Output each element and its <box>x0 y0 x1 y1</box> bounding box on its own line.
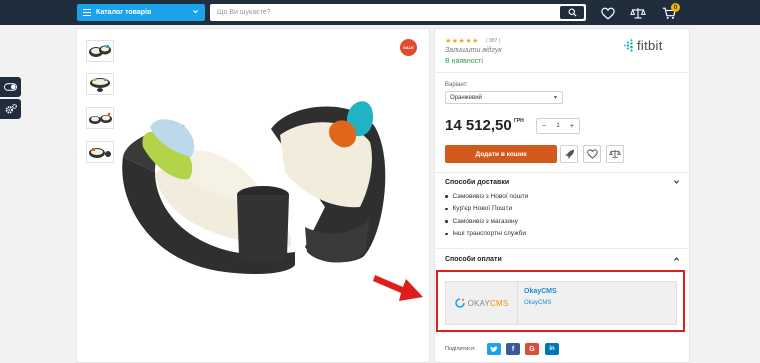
google-share-button[interactable]: G <box>525 343 539 355</box>
sale-badge: SALE <box>400 39 417 56</box>
chevron-down-icon: ▼ <box>553 95 558 101</box>
review-count: ( 987 ) <box>486 38 501 44</box>
variant-select[interactable]: Оранжевий ▼ <box>445 91 563 104</box>
list-item: Інші транспортні служби <box>445 228 528 241</box>
product-price: 14 512,50 <box>445 117 512 134</box>
gears-icon <box>5 103 17 114</box>
heart-icon <box>586 149 598 159</box>
heart-icon <box>601 7 615 20</box>
quantity-stepper[interactable]: − 1 + <box>536 118 580 134</box>
add-to-cart-button[interactable]: Додати в кошик <box>445 145 557 163</box>
twitter-icon <box>490 345 498 352</box>
wishlist-button[interactable] <box>600 5 616 21</box>
product-image[interactable] <box>115 87 415 307</box>
divider <box>435 72 689 73</box>
rocket-icon <box>564 149 574 159</box>
cart-count-badge: 0 <box>671 3 680 12</box>
highlight-frame <box>436 270 685 332</box>
facebook-share-button[interactable]: f <box>506 343 520 355</box>
list-item: Кур'єр Нової Пошти <box>445 203 528 216</box>
search-input[interactable] <box>210 4 559 21</box>
search-box <box>210 4 586 21</box>
annotation-arrow-icon <box>373 275 423 301</box>
search-button[interactable] <box>560 6 584 19</box>
linkedin-share-button[interactable]: in <box>545 343 559 355</box>
qty-value[interactable]: 1 <box>556 123 559 129</box>
one-click-buy-button[interactable] <box>560 145 578 163</box>
qty-minus-button[interactable]: − <box>542 123 546 130</box>
search-icon <box>567 8 577 17</box>
product-gallery: SALE <box>76 28 430 363</box>
list-item: Самовивіз з Нової пошти <box>445 190 529 203</box>
list-item: Самовивіз з магазину <box>445 215 528 228</box>
catalog-button[interactable]: Каталог товарів <box>77 4 205 21</box>
thumbnail[interactable] <box>86 73 114 95</box>
variant-value: Оранжевий <box>450 94 482 101</box>
top-header: Каталог товарів 0 <box>0 0 760 25</box>
rating-stars[interactable]: ★★★★★ <box>445 37 479 45</box>
write-review-link[interactable]: Залишити відгук <box>445 47 502 54</box>
payment-section-title[interactable]: Способи оплати <box>445 256 502 263</box>
add-to-wishlist-button[interactable] <box>583 145 601 163</box>
fitbit-dots-icon <box>624 39 633 52</box>
theme-toggle-button[interactable] <box>0 77 21 97</box>
settings-button[interactable] <box>0 99 21 119</box>
add-to-compare-button[interactable] <box>606 145 624 163</box>
twitter-share-button[interactable] <box>487 343 501 355</box>
brand-name: fitbit <box>637 38 663 53</box>
scales-icon <box>609 150 621 158</box>
scales-icon <box>630 7 646 19</box>
toggle-icon <box>4 83 17 91</box>
price-currency: ГРН <box>514 118 524 124</box>
thumbnail[interactable] <box>86 107 114 129</box>
chevron-up-icon[interactable] <box>673 256 680 264</box>
menu-icon <box>83 7 91 17</box>
thumbnail[interactable] <box>86 40 114 62</box>
chevron-down-icon[interactable] <box>673 179 680 187</box>
brand-logo[interactable]: fitbit <box>623 38 663 53</box>
qty-plus-button[interactable]: + <box>570 123 574 130</box>
delivery-methods-list: Самовивіз з Нової пошти Кур'єр Нової Пош… <box>445 190 529 241</box>
chevron-down-icon <box>192 8 199 17</box>
compare-button[interactable] <box>630 5 646 21</box>
thumbnail[interactable] <box>86 141 114 163</box>
share-label: Поділитися: <box>445 346 476 352</box>
divider <box>435 248 689 249</box>
catalog-label: Каталог товарів <box>96 9 152 16</box>
cart-button[interactable]: 0 <box>661 3 680 21</box>
stock-status: В наявності <box>445 58 483 65</box>
divider <box>435 172 689 173</box>
delivery-section-title[interactable]: Способи доставки <box>445 179 509 186</box>
variant-label: Варіант: <box>445 82 469 88</box>
